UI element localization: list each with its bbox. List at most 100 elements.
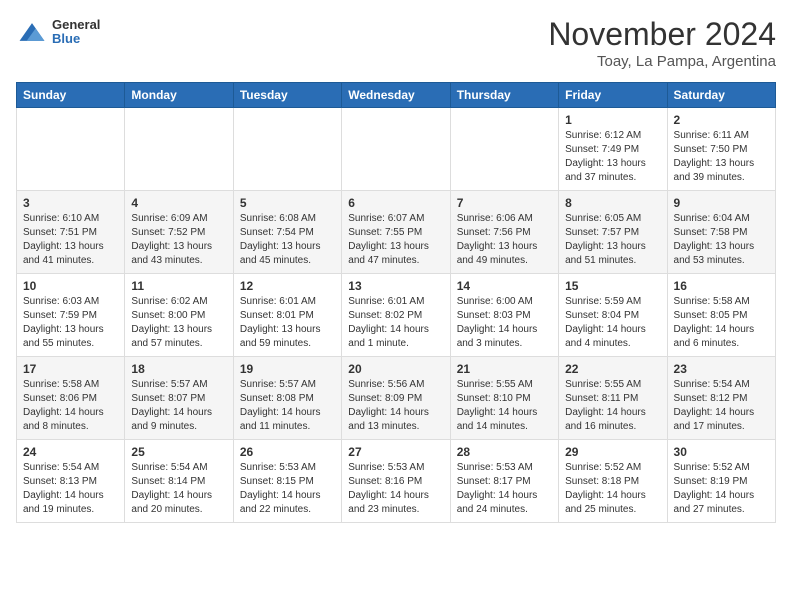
logo-blue: Blue: [52, 32, 100, 46]
day-info: Sunrise: 6:08 AM Sunset: 7:54 PM Dayligh…: [240, 212, 335, 268]
day-info: Sunrise: 5:55 AM Sunset: 8:11 PM Dayligh…: [565, 378, 660, 434]
day-info: Sunrise: 5:57 AM Sunset: 8:08 PM Dayligh…: [240, 378, 335, 434]
calendar-cell: 7 Sunrise: 6:06 AM Sunset: 7:56 PM Daylig…: [450, 191, 558, 274]
calendar-week-row: 24Sunrise: 5:54 AM Sunset: 8:13 PM Dayli…: [17, 440, 776, 523]
weekday-header: Saturday: [667, 83, 775, 108]
calendar-week-row: 1Sunrise: 6:12 AM Sunset: 7:49 PM Daylig…: [17, 108, 776, 191]
day-number: 16: [674, 279, 769, 293]
day-number: 23: [674, 362, 769, 376]
day-info: Sunrise: 5:56 AM Sunset: 8:09 PM Dayligh…: [348, 378, 443, 434]
calendar-cell: 21 Sunrise: 5:55 AM Sunset: 8:10 PM Dayli…: [450, 357, 558, 440]
day-info: Sunrise: 6:03 AM Sunset: 7:59 PM Dayligh…: [23, 295, 118, 351]
calendar-subtitle: Toay, La Pampa, Argentina: [548, 53, 776, 70]
calendar-cell: [342, 108, 450, 191]
calendar-cell: 29 Sunrise: 5:52 AM Sunset: 8:18 PM Dayli…: [559, 440, 667, 523]
day-info: Sunrise: 6:04 AM Sunset: 7:58 PM Dayligh…: [674, 212, 769, 268]
calendar-cell: 10 Sunrise: 6:03 AM Sunset: 7:59 PM Dayli…: [17, 274, 125, 357]
logo-icon: [16, 16, 48, 48]
calendar-cell: 28 Sunrise: 5:53 AM Sunset: 8:17 PM Dayli…: [450, 440, 558, 523]
day-number: 11: [131, 279, 226, 293]
day-number: 7: [457, 196, 552, 210]
page-header: General Blue November 2024 Toay, La Pamp…: [16, 16, 776, 70]
calendar-cell: 8Sunrise: 6:05 AM Sunset: 7:57 PM Daylig…: [559, 191, 667, 274]
calendar-cell: 26 Sunrise: 5:53 AM Sunset: 8:15 PM Dayli…: [233, 440, 341, 523]
calendar-title: November 2024: [548, 16, 776, 53]
day-number: 26: [240, 445, 335, 459]
day-number: 12: [240, 279, 335, 293]
day-info: Sunrise: 5:53 AM Sunset: 8:17 PM Dayligh…: [457, 461, 552, 517]
day-number: 29: [565, 445, 660, 459]
day-info: Sunrise: 6:06 AM Sunset: 7:56 PM Dayligh…: [457, 212, 552, 268]
day-info: Sunrise: 6:00 AM Sunset: 8:03 PM Dayligh…: [457, 295, 552, 351]
calendar-table: SundayMondayTuesdayWednesdayThursdayFrid…: [16, 82, 776, 523]
day-info: Sunrise: 5:58 AM Sunset: 8:05 PM Dayligh…: [674, 295, 769, 351]
day-info: Sunrise: 6:12 AM Sunset: 7:49 PM Dayligh…: [565, 129, 660, 185]
day-number: 10: [23, 279, 118, 293]
day-info: Sunrise: 6:07 AM Sunset: 7:55 PM Dayligh…: [348, 212, 443, 268]
day-number: 30: [674, 445, 769, 459]
day-number: 17: [23, 362, 118, 376]
day-info: Sunrise: 5:58 AM Sunset: 8:06 PM Dayligh…: [23, 378, 118, 434]
day-info: Sunrise: 6:10 AM Sunset: 7:51 PM Dayligh…: [23, 212, 118, 268]
day-info: Sunrise: 6:05 AM Sunset: 7:57 PM Dayligh…: [565, 212, 660, 268]
calendar-cell: 17 Sunrise: 5:58 AM Sunset: 8:06 PM Dayli…: [17, 357, 125, 440]
day-info: Sunrise: 6:01 AM Sunset: 8:02 PM Dayligh…: [348, 295, 443, 351]
calendar-cell: [450, 108, 558, 191]
calendar-cell: 3Sunrise: 6:10 AM Sunset: 7:51 PM Daylig…: [17, 191, 125, 274]
day-number: 14: [457, 279, 552, 293]
weekday-header: Wednesday: [342, 83, 450, 108]
day-number: 28: [457, 445, 552, 459]
day-number: 13: [348, 279, 443, 293]
day-info: Sunrise: 5:52 AM Sunset: 8:18 PM Dayligh…: [565, 461, 660, 517]
day-info: Sunrise: 5:54 AM Sunset: 8:12 PM Dayligh…: [674, 378, 769, 434]
day-info: Sunrise: 5:53 AM Sunset: 8:15 PM Dayligh…: [240, 461, 335, 517]
calendar-cell: 27 Sunrise: 5:53 AM Sunset: 8:16 PM Dayli…: [342, 440, 450, 523]
calendar-cell: 25Sunrise: 5:54 AM Sunset: 8:14 PM Dayli…: [125, 440, 233, 523]
day-number: 9: [674, 196, 769, 210]
calendar-cell: 9 Sunrise: 6:04 AM Sunset: 7:58 PM Daylig…: [667, 191, 775, 274]
weekday-header: Thursday: [450, 83, 558, 108]
calendar-cell: 4Sunrise: 6:09 AM Sunset: 7:52 PM Daylig…: [125, 191, 233, 274]
weekday-header: Tuesday: [233, 83, 341, 108]
day-info: Sunrise: 6:01 AM Sunset: 8:01 PM Dayligh…: [240, 295, 335, 351]
calendar-cell: 18 Sunrise: 5:57 AM Sunset: 8:07 PM Dayli…: [125, 357, 233, 440]
day-number: 2: [674, 113, 769, 127]
calendar-cell: 30 Sunrise: 5:52 AM Sunset: 8:19 PM Dayli…: [667, 440, 775, 523]
day-number: 25: [131, 445, 226, 459]
logo-text: General Blue: [52, 18, 100, 47]
day-number: 24: [23, 445, 118, 459]
calendar-cell: [125, 108, 233, 191]
day-info: Sunrise: 5:53 AM Sunset: 8:16 PM Dayligh…: [348, 461, 443, 517]
day-number: 19: [240, 362, 335, 376]
weekday-header: Sunday: [17, 83, 125, 108]
day-number: 5: [240, 196, 335, 210]
calendar-cell: 13 Sunrise: 6:01 AM Sunset: 8:02 PM Dayli…: [342, 274, 450, 357]
day-number: 4: [131, 196, 226, 210]
day-number: 18: [131, 362, 226, 376]
day-number: 15: [565, 279, 660, 293]
calendar-cell: [17, 108, 125, 191]
calendar-cell: 2 Sunrise: 6:11 AM Sunset: 7:50 PM Daylig…: [667, 108, 775, 191]
weekday-header: Monday: [125, 83, 233, 108]
day-info: Sunrise: 6:11 AM Sunset: 7:50 PM Dayligh…: [674, 129, 769, 185]
calendar-cell: 23 Sunrise: 5:54 AM Sunset: 8:12 PM Dayli…: [667, 357, 775, 440]
day-info: Sunrise: 5:57 AM Sunset: 8:07 PM Dayligh…: [131, 378, 226, 434]
calendar-cell: 20Sunrise: 5:56 AM Sunset: 8:09 PM Dayli…: [342, 357, 450, 440]
day-info: Sunrise: 5:59 AM Sunset: 8:04 PM Dayligh…: [565, 295, 660, 351]
day-info: Sunrise: 5:52 AM Sunset: 8:19 PM Dayligh…: [674, 461, 769, 517]
calendar-cell: 24Sunrise: 5:54 AM Sunset: 8:13 PM Dayli…: [17, 440, 125, 523]
logo-general: General: [52, 18, 100, 32]
calendar-cell: [233, 108, 341, 191]
calendar-cell: 15 Sunrise: 5:59 AM Sunset: 8:04 PM Dayli…: [559, 274, 667, 357]
calendar-week-row: 3Sunrise: 6:10 AM Sunset: 7:51 PM Daylig…: [17, 191, 776, 274]
calendar-cell: 6Sunrise: 6:07 AM Sunset: 7:55 PM Daylig…: [342, 191, 450, 274]
calendar-cell: 19 Sunrise: 5:57 AM Sunset: 8:08 PM Dayli…: [233, 357, 341, 440]
title-block: November 2024 Toay, La Pampa, Argentina: [548, 16, 776, 70]
weekday-header: Friday: [559, 83, 667, 108]
day-number: 27: [348, 445, 443, 459]
calendar-week-row: 17 Sunrise: 5:58 AM Sunset: 8:06 PM Dayli…: [17, 357, 776, 440]
day-info: Sunrise: 5:55 AM Sunset: 8:10 PM Dayligh…: [457, 378, 552, 434]
calendar-header-row: SundayMondayTuesdayWednesdayThursdayFrid…: [17, 83, 776, 108]
calendar-cell: 22Sunrise: 5:55 AM Sunset: 8:11 PM Dayli…: [559, 357, 667, 440]
day-number: 21: [457, 362, 552, 376]
